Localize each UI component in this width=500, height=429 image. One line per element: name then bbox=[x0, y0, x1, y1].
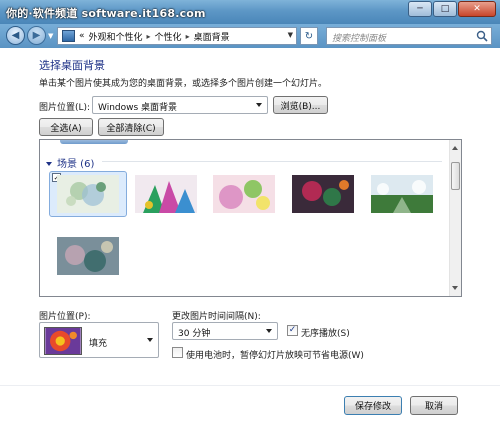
minimize-button[interactable]: ─ bbox=[408, 1, 432, 17]
scroll-thumb[interactable] bbox=[451, 162, 460, 190]
battery-pause-checkbox[interactable] bbox=[172, 347, 183, 358]
title-bar: 你的·软件频道 software.it168.com ─ □ ✕ bbox=[0, 0, 500, 24]
scroll-up-icon[interactable] bbox=[452, 146, 458, 150]
breadcrumb-separator-icon[interactable]: ▸ bbox=[186, 32, 190, 41]
group-header-scenes[interactable]: 场景 (6) bbox=[46, 155, 94, 170]
picture-gallery[interactable]: 场景 (6) ✓ bbox=[39, 139, 462, 297]
window-controls: ─ □ ✕ bbox=[407, 1, 496, 17]
page-description: 单击某个图片使其成为您的桌面背景，或选择多个图片创建一个幻灯片。 bbox=[39, 79, 328, 89]
browse-button[interactable]: 浏览(B)... bbox=[273, 96, 328, 114]
save-changes-button[interactable]: 保存修改 bbox=[344, 396, 402, 415]
chevron-down-icon bbox=[266, 329, 272, 333]
wallpaper-thumbnail[interactable] bbox=[135, 175, 197, 213]
navigation-bar: ◀ ▶ ▼ « 外观和个性化 ▸ 个性化 ▸ 桌面背景 ▼ ↻ 搜索控制面板 bbox=[0, 24, 500, 48]
shuffle-checkbox[interactable]: ✓ bbox=[287, 325, 298, 336]
page-title: 选择桌面背景 bbox=[39, 59, 105, 72]
address-dropdown-icon[interactable]: ▼ bbox=[288, 31, 293, 39]
select-all-button[interactable]: 全选(A) bbox=[39, 118, 93, 136]
wallpaper-thumbnail[interactable] bbox=[292, 175, 354, 213]
search-icon[interactable] bbox=[476, 30, 488, 42]
maximize-button[interactable]: □ bbox=[433, 1, 457, 17]
cancel-button[interactable]: 取消 bbox=[410, 396, 458, 415]
previous-group-thumbnail[interactable] bbox=[60, 140, 128, 144]
battery-pause-label[interactable]: 使用电池时，暂停幻灯片放映可节省电源(W) bbox=[186, 348, 364, 361]
close-button[interactable]: ✕ bbox=[458, 1, 496, 17]
breadcrumb-appearance[interactable]: 外观和个性化 bbox=[89, 30, 143, 43]
back-button[interactable]: ◀ bbox=[6, 26, 25, 45]
wallpaper-thumbnail[interactable] bbox=[213, 175, 275, 213]
interval-value: 30 分钟 bbox=[178, 329, 211, 339]
picture-position-select[interactable]: 填充 bbox=[39, 322, 159, 358]
address-bar[interactable]: « 外观和个性化 ▸ 个性化 ▸ 桌面背景 ▼ bbox=[57, 27, 297, 45]
picture-position-label: 图片位置(P): bbox=[39, 312, 91, 322]
picture-location-label: 图片位置(L): bbox=[39, 103, 91, 113]
wallpaper-thumbnail[interactable] bbox=[57, 237, 119, 275]
forward-button[interactable]: ▶ bbox=[27, 26, 46, 45]
clear-all-button[interactable]: 全部清除(C) bbox=[98, 118, 164, 136]
control-panel-icon bbox=[62, 30, 75, 42]
search-placeholder: 搜索控制面板 bbox=[332, 34, 387, 44]
watermark: 你的·软件频道 software.it168.com bbox=[6, 7, 206, 20]
breadcrumb-desktop-background[interactable]: 桌面背景 bbox=[194, 30, 230, 43]
group-divider bbox=[102, 161, 442, 162]
breadcrumb-personalization[interactable]: 个性化 bbox=[155, 30, 182, 43]
breadcrumb-overflow[interactable]: « bbox=[79, 31, 85, 41]
picture-location-select[interactable]: Windows 桌面背景 bbox=[92, 96, 268, 114]
interval-select[interactable]: 30 分钟 bbox=[172, 322, 278, 340]
refresh-button[interactable]: ↻ bbox=[300, 27, 318, 45]
breadcrumb-separator-icon[interactable]: ▸ bbox=[147, 32, 151, 41]
picture-location-value: Windows 桌面背景 bbox=[98, 103, 178, 113]
group-header-label: 场景 (6) bbox=[57, 159, 95, 170]
wallpaper-thumbnail[interactable] bbox=[57, 175, 119, 213]
picture-position-value: 填充 bbox=[89, 339, 108, 349]
collapse-icon bbox=[46, 162, 52, 166]
wallpaper-thumbnail[interactable] bbox=[371, 175, 433, 213]
scroll-down-icon[interactable] bbox=[452, 286, 458, 290]
fill-mode-icon bbox=[44, 327, 82, 355]
search-input[interactable]: 搜索控制面板 bbox=[326, 27, 492, 45]
interval-label: 更改图片时间间隔(N): bbox=[172, 312, 261, 322]
chevron-down-icon bbox=[147, 338, 153, 342]
shuffle-label[interactable]: 无序播放(S) bbox=[301, 326, 350, 339]
vertical-scrollbar[interactable] bbox=[449, 140, 461, 296]
chevron-down-icon bbox=[256, 103, 262, 107]
history-dropdown-icon[interactable]: ▼ bbox=[48, 32, 53, 40]
